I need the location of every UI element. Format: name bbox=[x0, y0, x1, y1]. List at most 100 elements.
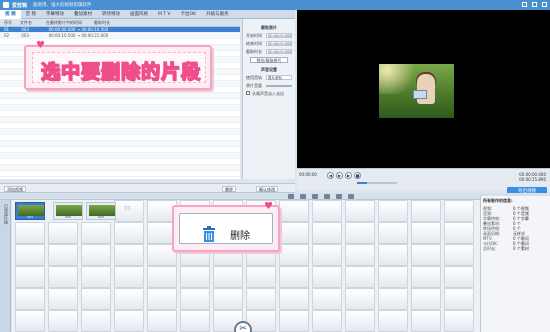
timeline-empty-slot[interactable] bbox=[345, 288, 375, 310]
timeline-empty-slot[interactable] bbox=[15, 310, 45, 332]
add-video-button[interactable]: 添加视频 bbox=[4, 186, 26, 192]
tab-style[interactable]: 画面风格 bbox=[125, 10, 153, 19]
timeline-empty-slot[interactable] bbox=[81, 222, 111, 244]
timeline-empty-slot[interactable] bbox=[180, 310, 210, 332]
close-icon[interactable] bbox=[542, 2, 547, 7]
timeline-empty-slot[interactable] bbox=[15, 244, 45, 266]
timeline-clip[interactable]: 003 bbox=[15, 202, 45, 220]
timeline-empty-slot[interactable] bbox=[114, 288, 144, 310]
minimize-icon[interactable] bbox=[522, 2, 527, 7]
timeline-empty-slot[interactable] bbox=[312, 200, 342, 222]
timeline-clip[interactable]: 003 bbox=[53, 202, 83, 220]
volume-slider[interactable] bbox=[266, 85, 292, 87]
tab-audio[interactable]: 音 频 bbox=[21, 10, 41, 19]
timeline-empty-slot[interactable] bbox=[411, 288, 441, 310]
timeline-clip[interactable]: 003 bbox=[86, 202, 116, 220]
tab-transitions[interactable]: 转场特效 bbox=[97, 10, 125, 19]
start-time-field[interactable]: 00:00:00.000 bbox=[266, 33, 292, 38]
timeline-empty-slot[interactable] bbox=[15, 222, 45, 244]
prev-icon[interactable]: ◀ bbox=[327, 172, 334, 179]
tool-icon[interactable] bbox=[288, 194, 294, 199]
timeline-empty-slot[interactable] bbox=[378, 200, 408, 222]
timeline-empty-slot[interactable] bbox=[114, 310, 144, 332]
list-delete-button[interactable]: 删除 bbox=[222, 186, 236, 192]
timeline-empty-slot[interactable] bbox=[345, 200, 375, 222]
tool-icon[interactable] bbox=[324, 194, 330, 199]
timeline-empty-slot[interactable] bbox=[444, 310, 474, 332]
timeline-empty-slot[interactable] bbox=[444, 288, 474, 310]
timeline-empty-slot[interactable] bbox=[345, 310, 375, 332]
timeline-empty-slot[interactable] bbox=[279, 266, 309, 288]
timeline-empty-slot[interactable] bbox=[81, 244, 111, 266]
timeline-empty-slot[interactable] bbox=[411, 200, 441, 222]
timeline-empty-slot[interactable] bbox=[411, 310, 441, 332]
tab-upgrade[interactable]: 升级与服务 bbox=[201, 10, 234, 19]
tab-karaoke[interactable]: 卡拉OK bbox=[176, 10, 202, 19]
preview-cut-button[interactable]: 预览/截取原片 bbox=[250, 57, 288, 63]
timeline-empty-slot[interactable] bbox=[114, 244, 144, 266]
timeline-empty-slot[interactable] bbox=[312, 288, 342, 310]
timeline-empty-slot[interactable] bbox=[444, 222, 474, 244]
next-icon[interactable]: ▶ bbox=[345, 172, 352, 179]
play-icon[interactable]: ▶ bbox=[336, 172, 343, 179]
timeline-empty-slot[interactable] bbox=[279, 200, 309, 222]
timeline-empty-slot[interactable] bbox=[213, 288, 243, 310]
tab-video[interactable]: 视 频 bbox=[0, 9, 21, 19]
timeline-empty-slot[interactable] bbox=[48, 244, 78, 266]
timeline-empty-slot[interactable] bbox=[345, 222, 375, 244]
timeline-empty-slot[interactable] bbox=[180, 288, 210, 310]
timeline-empty-slot[interactable] bbox=[378, 310, 408, 332]
timeline-empty-slot[interactable] bbox=[246, 288, 276, 310]
stop-icon[interactable]: ■ bbox=[354, 172, 361, 179]
timeline-empty-slot[interactable] bbox=[114, 222, 144, 244]
timeline-empty-slot[interactable] bbox=[147, 310, 177, 332]
timeline-empty-slot[interactable] bbox=[378, 266, 408, 288]
timeline-empty-slot[interactable] bbox=[81, 266, 111, 288]
track-select[interactable]: 原片音轨 bbox=[266, 75, 292, 80]
timeline-empty-slot[interactable] bbox=[378, 244, 408, 266]
confirm-change-button[interactable]: 确认修改 bbox=[256, 186, 278, 192]
timeline-empty-slot[interactable] bbox=[246, 266, 276, 288]
timeline-empty-slot[interactable] bbox=[48, 288, 78, 310]
delete-button-enlarged[interactable]: 删除 bbox=[179, 213, 273, 244]
end-time-field[interactable]: 00:00:00.000 bbox=[266, 41, 292, 46]
timeline-empty-slot[interactable] bbox=[444, 244, 474, 266]
timeline-empty-slot[interactable] bbox=[48, 222, 78, 244]
tool-icon[interactable] bbox=[312, 194, 318, 199]
timeline-empty-slot[interactable] bbox=[15, 266, 45, 288]
duration-field[interactable]: 00:00:00.000 bbox=[266, 49, 292, 54]
tool-icon[interactable] bbox=[300, 194, 306, 199]
timeline-empty-slot[interactable] bbox=[279, 310, 309, 332]
fade-checkbox[interactable] bbox=[246, 91, 250, 95]
timeline-empty-slot[interactable] bbox=[279, 222, 309, 244]
timeline-empty-slot[interactable] bbox=[147, 288, 177, 310]
timeline-empty-slot[interactable] bbox=[48, 310, 78, 332]
timeline-empty-slot[interactable] bbox=[81, 310, 111, 332]
timeline-empty-slot[interactable] bbox=[411, 222, 441, 244]
timeline-empty-slot[interactable] bbox=[279, 244, 309, 266]
timeline-empty-slot[interactable] bbox=[15, 288, 45, 310]
tab-subtitle-effects[interactable]: 字幕特效 bbox=[41, 10, 69, 19]
timeline-empty-slot[interactable] bbox=[444, 266, 474, 288]
timeline-empty-slot[interactable] bbox=[312, 310, 342, 332]
tool-icon[interactable] bbox=[348, 194, 354, 199]
timeline-empty-slot[interactable] bbox=[378, 288, 408, 310]
tool-icon[interactable] bbox=[336, 194, 342, 199]
timeline-empty-slot[interactable] bbox=[444, 200, 474, 222]
timeline-empty-slot[interactable] bbox=[147, 266, 177, 288]
timeline-empty-slot[interactable] bbox=[411, 244, 441, 266]
timeline-empty-slot[interactable] bbox=[312, 244, 342, 266]
timeline-empty-slot[interactable] bbox=[213, 266, 243, 288]
tab-mtv[interactable]: M T V bbox=[153, 10, 176, 19]
timeline-empty-slot[interactable] bbox=[114, 266, 144, 288]
tab-overlay[interactable]: 叠加素材 bbox=[69, 10, 97, 19]
timeline-empty-slot[interactable] bbox=[48, 266, 78, 288]
timeline-empty-slot[interactable] bbox=[345, 266, 375, 288]
timeline-empty-slot[interactable] bbox=[411, 266, 441, 288]
timeline-empty-slot[interactable] bbox=[312, 266, 342, 288]
timeline-empty-slot[interactable] bbox=[312, 222, 342, 244]
timeline-empty-slot[interactable] bbox=[279, 288, 309, 310]
timeline-empty-slot[interactable] bbox=[180, 266, 210, 288]
scissors-icon[interactable]: ✂ bbox=[234, 321, 252, 332]
maximize-icon[interactable] bbox=[532, 2, 537, 7]
